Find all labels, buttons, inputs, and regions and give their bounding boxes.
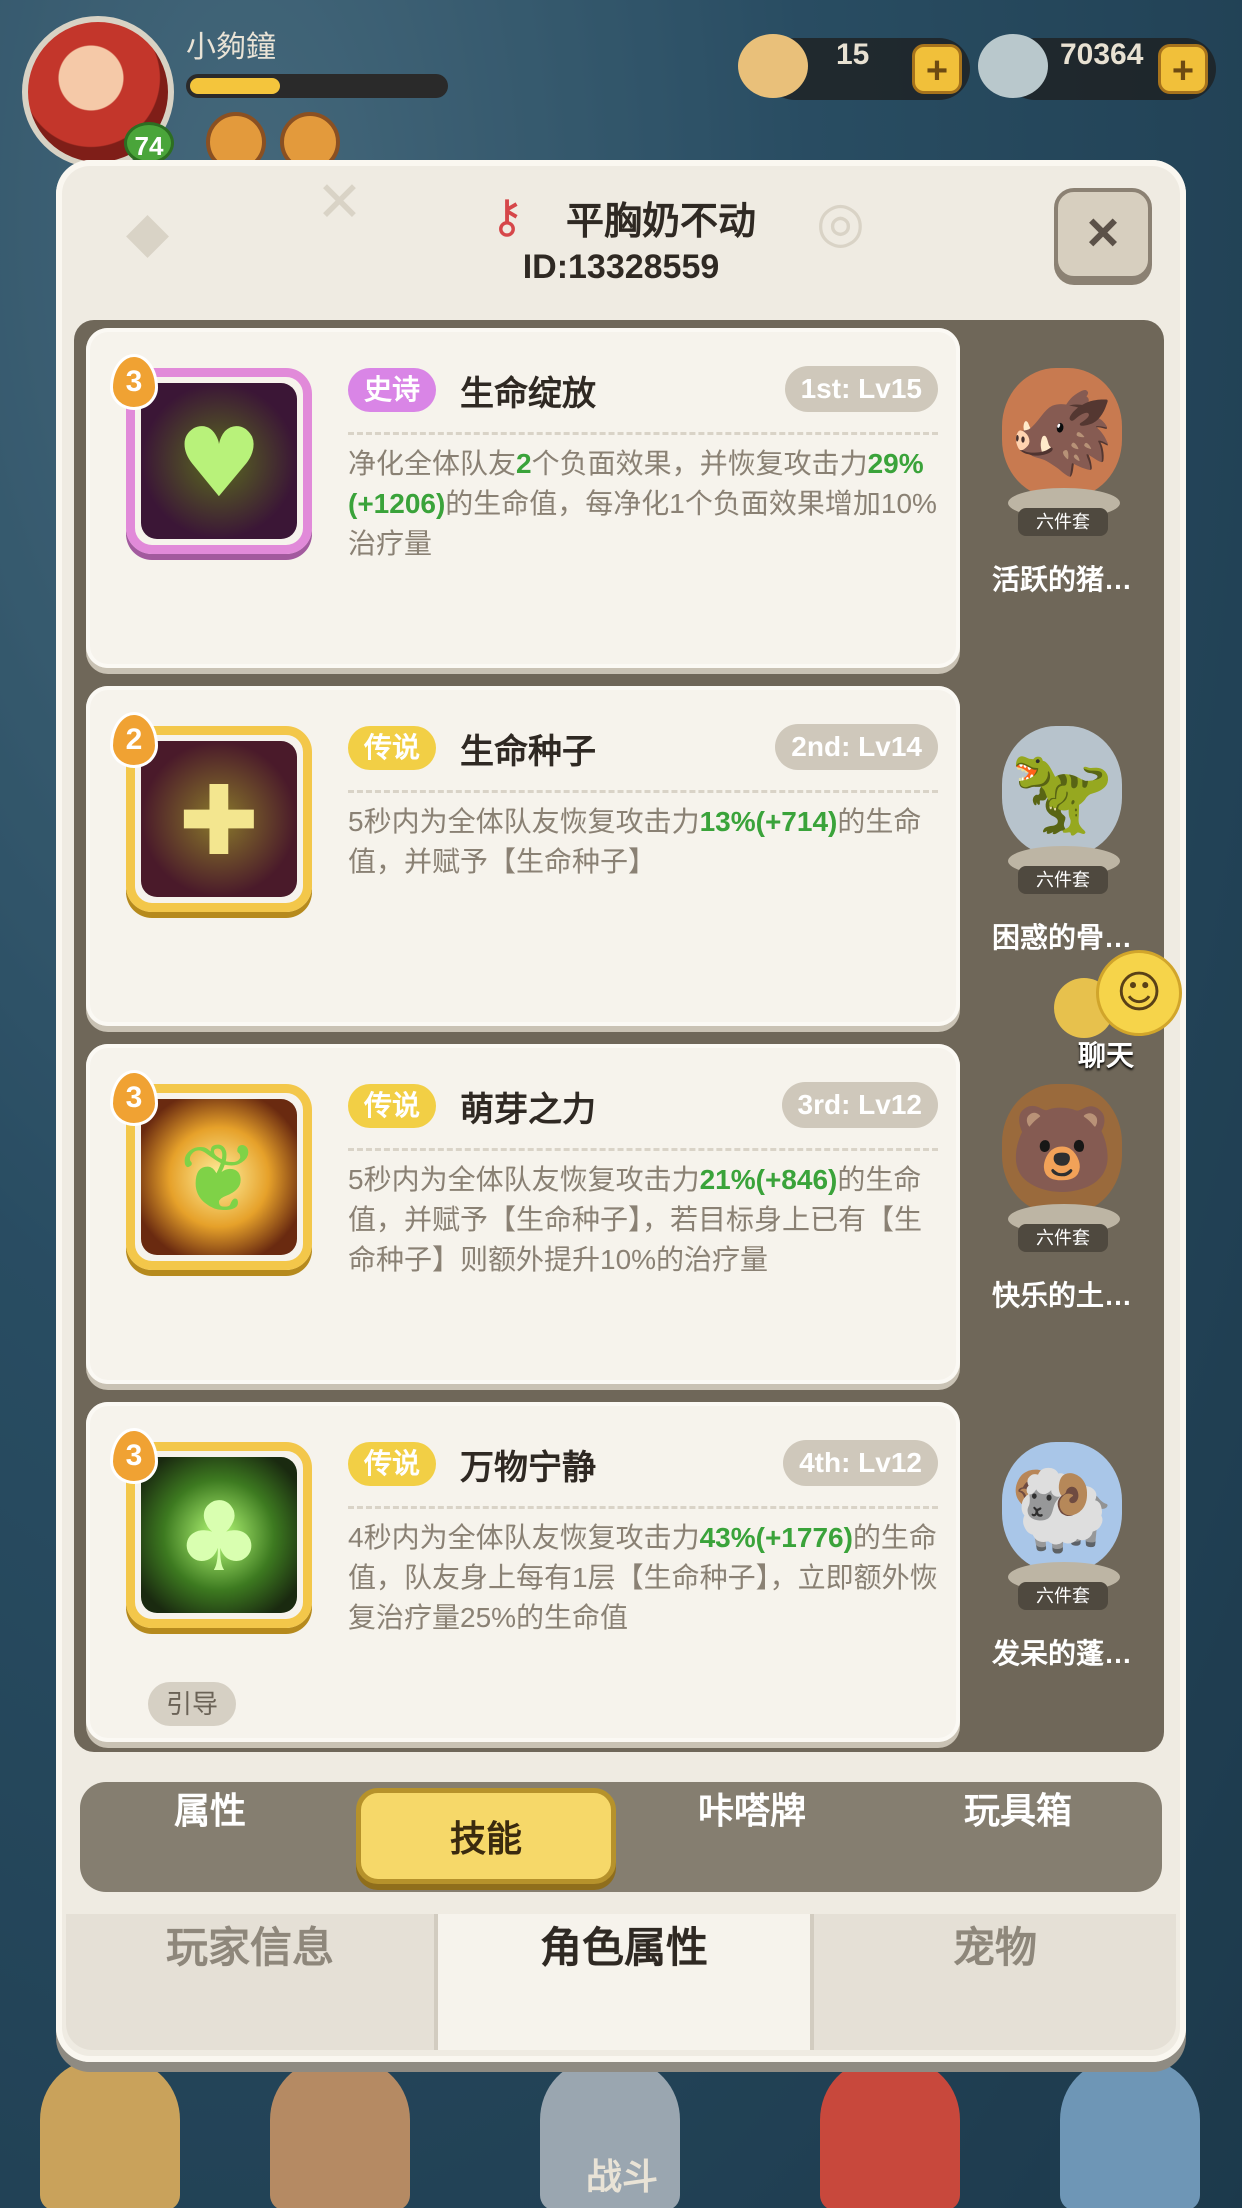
skill-name: 生命绽放 <box>460 375 596 413</box>
skill-description: 净化全体队友2个负面效果，并恢复攻击力29%(+1206)的生命值，每净化1个负… <box>348 448 937 559</box>
suit-tag: 六件套 <box>1018 508 1108 536</box>
gem-currency-icon <box>978 34 1048 98</box>
decor-icon: ✕ <box>316 170 363 235</box>
skill-card[interactable]: 2 ✚ 传说 生命种子 2nd: Lv14 5秒内为全体队友恢复攻击力13%(+… <box>86 686 960 1026</box>
skill-name: 生命种子 <box>460 733 596 771</box>
player-id: ID:13328559 <box>522 248 720 286</box>
tab-toybox[interactable]: 玩具箱 <box>888 1782 1148 1892</box>
suit-slot[interactable]: 🐻 六件套 快乐的土… <box>960 1036 1164 1382</box>
skill-card[interactable]: 3 ♣ 传说 万物宁静 4th: Lv12 4秒内为全体队友恢复攻击力43%(+… <box>86 1402 960 1742</box>
boar-figure-icon: 🐗 <box>1002 368 1122 498</box>
serenity-clover-icon: ♣ <box>141 1457 297 1613</box>
close-button[interactable]: × <box>1054 188 1152 280</box>
suit-tag: 六件套 <box>1018 1224 1108 1252</box>
dialog-header: ◆ ✕ ◎ ⚷ 平胸奶不动 ID:13328559 × <box>56 160 1186 320</box>
skill-description: 5秒内为全体队友恢复攻击力13%(+714)的生命值，并赋予【生命种子】 <box>348 806 922 877</box>
earth-creature-figure-icon: 🐻 <box>1002 1084 1122 1214</box>
xp-fill <box>190 78 280 94</box>
life-seed-icon: ✚ <box>141 741 297 897</box>
tab-skills[interactable]: 技能 <box>356 1788 616 1884</box>
character-icon[interactable] <box>270 2060 410 2208</box>
divider <box>348 1506 938 1509</box>
skill-row[interactable]: 3 ♥ 史诗 生命绽放 1st: Lv15 净化全体队友2个负面效果，并恢复攻击… <box>74 320 1164 668</box>
divider <box>348 1148 938 1151</box>
currency-1-value: 15 <box>836 38 870 71</box>
sub-tab-bar: 属性 技能 咔嗒牌 玩具箱 <box>80 1782 1162 1892</box>
skill-row[interactable]: 3 ❦ 传说 萌芽之力 3rd: Lv12 5秒内为全体队友恢复攻击力21%(+… <box>74 1036 1164 1384</box>
rarity-badge: 传说 <box>348 726 437 770</box>
currency-1-counter: 15 + <box>738 34 970 100</box>
decor-icon: ◎ <box>816 190 865 255</box>
tab-character-attributes[interactable]: 角色属性 <box>438 1914 810 2050</box>
skill-rank: 3rd: Lv12 <box>781 1082 938 1128</box>
skill-level-badge: 2 <box>110 712 158 768</box>
suit-tag: 六件套 <box>1018 1582 1108 1610</box>
currency-2-counter: 70364 + <box>978 34 1216 100</box>
skill-rank: 4th: Lv12 <box>783 1440 938 1486</box>
character-icon[interactable] <box>40 2060 180 2208</box>
suit-tag: 六件套 <box>1018 866 1108 894</box>
top-hud: 74 小夠鐘 15 + 70364 + <box>0 0 1242 172</box>
character-icon[interactable] <box>820 2060 960 2208</box>
skill-row[interactable]: 3 ♣ 传说 万物宁静 4th: Lv12 4秒内为全体队友恢复攻击力43%(+… <box>74 1394 1164 1742</box>
tab-pets[interactable]: 宠物 <box>814 1914 1176 2050</box>
suit-name: 快乐的土… <box>991 1280 1132 1311</box>
add-currency-1-button[interactable]: + <box>912 44 962 94</box>
guide-badge[interactable]: 引导 <box>148 1682 237 1726</box>
chat-button[interactable]: ☺ 聊天 <box>1054 950 1194 1071</box>
skill-row[interactable]: 2 ✚ 传说 生命种子 2nd: Lv14 5秒内为全体队友恢复攻击力13%(+… <box>74 678 1164 1026</box>
tab-player-info[interactable]: 玩家信息 <box>66 1914 434 2050</box>
battle-label[interactable]: 战斗 <box>586 2148 658 2200</box>
skill-list[interactable]: 3 ♥ 史诗 生命绽放 1st: Lv15 净化全体队友2个负面效果，并恢复攻击… <box>74 320 1164 1752</box>
sprout-power-icon: ❦ <box>141 1099 297 1255</box>
skill-card[interactable]: 3 ♥ 史诗 生命绽放 1st: Lv15 净化全体队友2个负面效果，并恢复攻击… <box>86 328 960 668</box>
suit-slot[interactable]: 🐗 六件套 活跃的猪… <box>960 320 1164 666</box>
skill-card[interactable]: 3 ❦ 传说 萌芽之力 3rd: Lv12 5秒内为全体队友恢复攻击力21%(+… <box>86 1044 960 1384</box>
add-currency-2-button[interactable]: + <box>1158 44 1208 94</box>
rarity-badge: 传说 <box>348 1084 437 1128</box>
skill-name: 万物宁静 <box>460 1449 596 1487</box>
player-profile-dialog: ◆ ✕ ◎ ⚷ 平胸奶不动 ID:13328559 × 3 ♥ 史诗 生命绽放 … <box>56 160 1186 2062</box>
skill-description: 5秒内为全体队友恢复攻击力21%(+846)的生命值，并赋予【生命种子】，若目标… <box>348 1164 923 1275</box>
skill-level-badge: 3 <box>110 354 158 410</box>
rarity-badge: 史诗 <box>348 368 437 412</box>
ram-figure-icon: 🐏 <box>1002 1442 1122 1572</box>
chat-label: 聊天 <box>1078 1040 1135 1071</box>
smile-icon: ☺ <box>1096 950 1182 1036</box>
player-name: 小夠鐘 <box>186 31 276 64</box>
character-icon[interactable] <box>1060 2060 1200 2208</box>
divider <box>348 432 938 435</box>
player-level-badge: 74 <box>124 122 174 164</box>
currency-2-value: 70364 <box>1060 38 1144 71</box>
rarity-badge: 传说 <box>348 1442 437 1486</box>
skill-description: 4秒内为全体队友恢复攻击力43%(+1776)的生命值，队友身上每有1层【生命种… <box>348 1522 938 1633</box>
bone-creature-figure-icon: 🦖 <box>1002 726 1122 856</box>
tab-cards[interactable]: 咔嗒牌 <box>622 1782 882 1892</box>
bottom-tab-bar: 玩家信息 角色属性 宠物 <box>66 1914 1176 2050</box>
suit-name: 发呆的蓬… <box>991 1638 1132 1669</box>
shell-currency-icon <box>738 34 808 98</box>
player-title: 平胸奶不动 <box>566 201 757 243</box>
suit-name: 活跃的猪… <box>991 564 1132 595</box>
skill-level-badge: 3 <box>110 1428 158 1484</box>
gender-key-icon: ⚷ <box>490 189 524 243</box>
xp-bar <box>186 74 448 98</box>
tab-attributes[interactable]: 属性 <box>80 1782 340 1892</box>
suit-slot[interactable]: 🐏 六件套 发呆的蓬… <box>960 1394 1164 1740</box>
heart-flower-icon: ♥ <box>141 383 297 539</box>
divider <box>348 790 938 793</box>
skill-rank: 1st: Lv15 <box>784 366 938 412</box>
skill-rank: 2nd: Lv14 <box>775 724 938 770</box>
skill-level-badge: 3 <box>110 1070 158 1126</box>
skill-name: 萌芽之力 <box>460 1091 596 1129</box>
